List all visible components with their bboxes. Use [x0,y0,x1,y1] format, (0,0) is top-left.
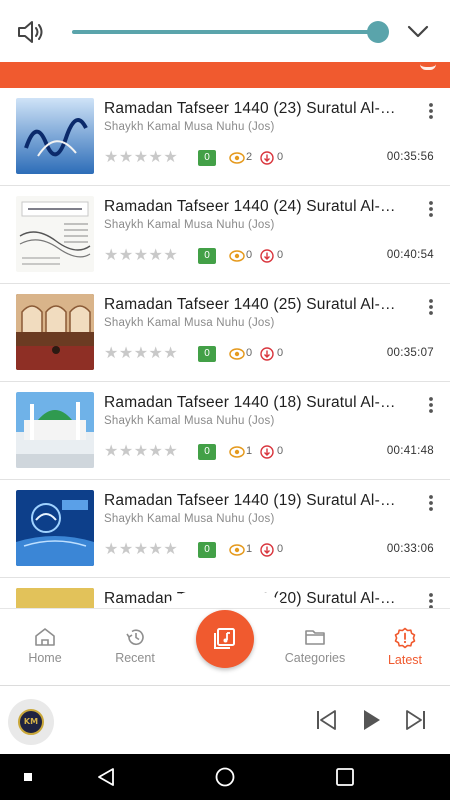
downloads-count: 0 [277,543,284,555]
back-icon[interactable] [95,766,117,788]
downloads-count: 0 [277,445,284,457]
episode-title: Ramadan Tafseer 1440 (24) Suratul Al-Imr… [104,198,396,215]
episode-title: Ramadan Tafseer 1440 (19) Suratul Al-Baq… [104,492,396,509]
system-navigation-bar [0,754,450,800]
rating-stars[interactable]: ★★★★★ [104,247,178,265]
episode-title: Ramadan Tafseer 1440 (25) Suratul Al-Imr… [104,296,396,313]
episode-duration: 00:35:07 [386,347,434,359]
list-item[interactable]: Ramadan Tafseer 1440 (25) Suratul Al-Imr… [0,284,450,382]
list-item[interactable]: Ramadan Tafseer 1440 (18) Suratul Al-Baq… [0,382,450,480]
views-icon [229,446,245,458]
overview-icon[interactable] [334,766,356,788]
views-count: 1 [246,445,253,457]
speaker-icon[interactable] [16,18,46,46]
rating-badge: 0 [198,150,216,166]
episode-thumbnail [16,490,94,566]
chevron-down-icon[interactable] [404,18,432,44]
views-count: 0 [246,249,253,261]
episode-author: Shaykh Kamal Musa Nuhu (Jos) [104,513,275,525]
episode-author: Shaykh Kamal Musa Nuhu (Jos) [104,219,275,231]
more-options-icon[interactable] [428,298,434,316]
nav-item-home[interactable]: Home [0,627,90,665]
episode-author: Shaykh Kamal Musa Nuhu (Jos) [104,317,275,329]
episode-title: Ramadan Tafseer 1440 (23) Suratul Al-Imr… [104,100,396,117]
nav-label-latest: Latest [387,653,423,667]
downloads-count: 0 [277,151,284,163]
views-count: 2 [246,151,253,163]
episode-thumbnail [16,588,94,608]
volume-panel [0,0,450,62]
episode-duration: 00:40:54 [386,249,434,261]
episode-author: Shaykh Kamal Musa Nuhu (Jos) [104,415,275,427]
views-icon [229,152,245,164]
more-options-icon[interactable] [428,396,434,414]
rating-stars[interactable]: ★★★★★ [104,149,178,167]
views-count: 1 [246,543,253,555]
music-library-button[interactable] [196,610,254,668]
nav-label-categories: Categories [284,651,346,665]
episode-thumbnail [16,294,94,370]
rating-badge: 0 [198,542,216,558]
episode-thumbnail [16,98,94,174]
nav-label-recent: Recent [115,651,155,665]
history-icon [126,629,144,645]
recents-square-small[interactable] [24,773,32,781]
views-icon [229,544,245,556]
mini-player: KM [0,685,450,754]
home-circle-icon[interactable] [214,766,236,788]
episode-thumbnail [16,196,94,272]
downloads-count: 0 [277,249,284,261]
download-icon [260,151,274,165]
episode-duration: 00:35:56 [386,151,434,163]
episode-thumbnail [16,392,94,468]
more-options-icon[interactable] [428,592,434,608]
alert-badge-icon [394,627,416,649]
now-playing-artwork[interactable]: KM [8,699,54,745]
download-icon [260,543,274,557]
more-options-icon[interactable] [428,102,434,120]
download-icon [260,249,274,263]
downloads-count: 0 [277,347,284,359]
volume-slider-thumb[interactable] [367,21,389,43]
home-icon [35,628,55,646]
episode-duration: 00:41:48 [386,445,434,457]
folder-icon [305,630,325,645]
list-item[interactable]: Ramadan Tafseer 1440 (19) Suratul Al-Baq… [0,480,450,578]
more-options-icon[interactable] [428,200,434,218]
download-icon [260,347,274,361]
views-count: 0 [246,347,253,359]
download-icon [260,445,274,459]
views-icon [229,250,245,262]
rating-stars[interactable]: ★★★★★ [104,345,178,363]
artwork-logo: KM [18,709,44,735]
rating-badge: 0 [198,346,216,362]
list-item[interactable]: Ramadan Tafseer 1440 (23) Suratul Al-Imr… [0,88,450,186]
episode-duration: 00:33:06 [386,543,434,555]
skip-previous-icon[interactable] [314,707,340,733]
rating-badge: 0 [198,248,216,264]
rating-stars[interactable]: ★★★★★ [104,443,178,461]
episode-title: Ramadan Tafseer 1440 (18) Suratul Al-Baq… [104,394,396,411]
volume-slider-track[interactable] [72,30,378,34]
views-icon [229,348,245,360]
nav-item-categories[interactable]: Categories [270,627,360,665]
skip-next-icon[interactable] [402,707,428,733]
rating-stars[interactable]: ★★★★★ [104,541,178,559]
play-icon[interactable] [358,707,384,733]
music-library-icon [214,628,235,649]
rating-badge: 0 [198,444,216,460]
nav-item-recent[interactable]: Recent [90,627,180,665]
list-item[interactable]: Ramadan Tafseer 1440 (24) Suratul Al-Imr… [0,186,450,284]
nav-item-latest[interactable]: Latest [360,627,450,667]
episode-author: Shaykh Kamal Musa Nuhu (Jos) [104,121,275,133]
more-options-icon[interactable] [428,494,434,512]
nav-label-home: Home [28,651,62,665]
episode-list: Ramadan Tafseer 1440 (23) Suratul Al-Imr… [0,88,450,608]
artwork-logo-text: KM [23,717,39,726]
